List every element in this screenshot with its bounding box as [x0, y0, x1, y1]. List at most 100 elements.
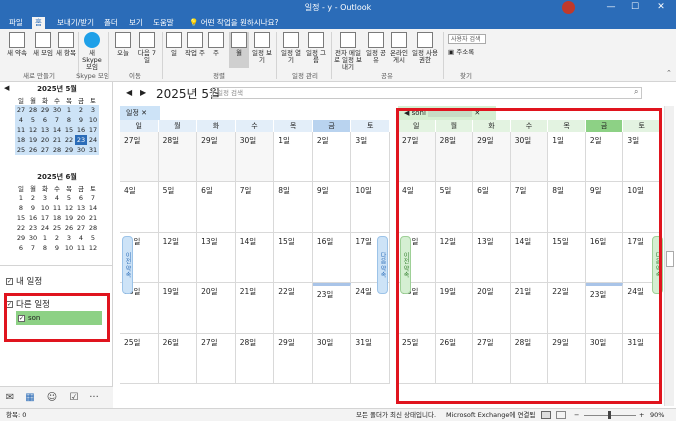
mini-calendar-day[interactable]: 28 — [51, 145, 63, 155]
mini-calendar-day[interactable]: 21 — [87, 213, 99, 223]
tab-send-receive[interactable]: 보내기/받기 — [54, 17, 97, 29]
mini-calendar-day[interactable]: 2 — [75, 105, 87, 115]
mini-calendar-day[interactable]: 1 — [39, 233, 51, 243]
mini-calendar-day[interactable]: 27 — [75, 223, 87, 233]
work-week-view-button[interactable]: 작업 주 — [185, 32, 205, 68]
day-cell[interactable]: 14일 — [235, 232, 275, 284]
next-appointment-button[interactable]: 다음 약속 — [377, 236, 388, 294]
people-icon[interactable]: ☺ — [46, 392, 58, 404]
mini-calendar-day[interactable]: 27 — [15, 105, 27, 115]
mini-calendar-day[interactable]: 9 — [51, 243, 63, 253]
mini-calendar-day[interactable]: 19 — [27, 135, 39, 145]
day-cell[interactable]: 28일 — [158, 132, 198, 183]
day-cell[interactable]: 2일 — [312, 132, 352, 183]
mini-calendar-day[interactable]: 16 — [27, 213, 39, 223]
zoom-slider-thumb[interactable] — [608, 411, 611, 419]
day-cell[interactable]: 6일 — [197, 182, 236, 233]
tab-file[interactable]: 파일 — [6, 17, 26, 29]
day-cell[interactable]: 13일 — [197, 232, 236, 284]
day-cell[interactable]: 23일 — [312, 283, 352, 334]
month-view-button[interactable]: 월 — [229, 32, 249, 68]
tab-home[interactable]: 홈 — [32, 17, 45, 29]
mini-calendar-day[interactable]: 10 — [39, 203, 51, 213]
mini-calendar-day[interactable]: 8 — [39, 243, 51, 253]
mini-calendar-day[interactable]: 12 — [27, 125, 39, 135]
next-7-days-button[interactable]: 다음 7일 — [135, 32, 159, 68]
next-month-icon[interactable]: ▶ — [140, 88, 146, 97]
address-book-button[interactable]: ▣ 주소록 — [448, 46, 474, 56]
mini-calendar-day[interactable]: 10 — [87, 115, 99, 125]
mini-calendar-day[interactable]: 29 — [39, 105, 51, 115]
day-cell[interactable]: 31일 — [351, 333, 390, 384]
mini-calendar-day[interactable]: 3 — [39, 193, 51, 203]
day-cell[interactable]: 29일 — [197, 132, 236, 183]
mini-calendar-prev[interactable]: ◀ — [4, 84, 9, 92]
mini-calendar-day[interactable]: 4 — [15, 115, 27, 125]
mini-calendar-day[interactable]: 26 — [63, 223, 75, 233]
new-appointment-button[interactable]: 새 약속 — [3, 32, 31, 68]
new-items-button[interactable]: 새 항목 — [52, 32, 80, 68]
mini-calendar-day[interactable]: 23 — [27, 223, 39, 233]
mini-calendar-day[interactable]: 15 — [63, 125, 75, 135]
maximize-button[interactable]: ☐ — [624, 0, 646, 15]
mini-calendar-day[interactable]: 22 — [63, 135, 75, 145]
day-cell[interactable]: 19일 — [158, 283, 198, 334]
share-calendar-button[interactable]: 일정 공유 — [365, 32, 387, 68]
day-cell[interactable]: 30일 — [312, 333, 352, 384]
day-cell[interactable]: 16일 — [312, 232, 352, 284]
tasks-icon[interactable]: ☑ — [68, 392, 80, 404]
mini-calendar-day[interactable]: 7 — [87, 193, 99, 203]
day-cell[interactable]: 1일 — [274, 132, 313, 183]
mini-calendar-day[interactable]: 25 — [51, 223, 63, 233]
day-cell[interactable]: 29일 — [274, 333, 313, 384]
day-cell[interactable]: 27일 — [120, 132, 159, 183]
mini-calendar-day[interactable]: 3 — [87, 105, 99, 115]
close-button[interactable]: ✕ — [650, 0, 672, 15]
mini-calendar-day[interactable]: 20 — [39, 135, 51, 145]
mini-calendar-day[interactable]: 11 — [15, 125, 27, 135]
day-cell[interactable]: 9일 — [312, 182, 352, 233]
avatar[interactable] — [562, 1, 575, 14]
day-view-button[interactable]: 일 — [164, 32, 184, 68]
mini-calendar-day[interactable]: 30 — [75, 145, 87, 155]
mini-calendar-day[interactable]: 30 — [51, 105, 63, 115]
mini-calendar-day[interactable]: 19 — [63, 213, 75, 223]
day-cell[interactable]: 26일 — [158, 333, 198, 384]
mini-calendar-day[interactable]: 6 — [39, 115, 51, 125]
mini-calendar-day[interactable]: 17 — [87, 125, 99, 135]
mini-calendar-day[interactable]: 1 — [15, 193, 27, 203]
normal-view-icon[interactable] — [541, 411, 551, 419]
day-cell[interactable]: 25일 — [120, 333, 159, 384]
day-cell[interactable]: 28일 — [235, 333, 275, 384]
day-cell[interactable]: 20일 — [197, 283, 236, 334]
my-calendars-group[interactable]: ✓ 내 일정 — [6, 275, 42, 287]
today-button[interactable]: 오늘 — [111, 32, 135, 68]
scrollbar-thumb[interactable] — [666, 251, 674, 267]
minimize-button[interactable]: — — [600, 0, 622, 15]
mini-calendar-day[interactable]: 13 — [75, 203, 87, 213]
tell-me-search[interactable]: 💡 어떤 작업을 원하시나요? — [186, 17, 281, 29]
more-icon[interactable]: ··· — [88, 392, 100, 404]
day-cell[interactable]: 5일 — [158, 182, 198, 233]
mini-calendar-day[interactable]: 11 — [51, 203, 63, 213]
mini-calendar-day[interactable]: 24 — [39, 223, 51, 233]
tab-view[interactable]: 보기 — [126, 17, 146, 29]
mini-calendar-day[interactable]: 9 — [27, 203, 39, 213]
mini-calendar-day[interactable]: 14 — [87, 203, 99, 213]
tab-folder[interactable]: 폴더 — [101, 17, 121, 29]
mini-calendar-day[interactable]: 13 — [39, 125, 51, 135]
mini-calendar-day[interactable]: 5 — [63, 193, 75, 203]
mini-calendar-day[interactable]: 12 — [87, 243, 99, 253]
email-calendar-button[interactable]: 전자 메일로 일정 보내기 — [333, 32, 363, 71]
mini-calendar-day[interactable]: 31 — [87, 145, 99, 155]
schedule-view-button[interactable]: 일정 보기 — [251, 32, 273, 68]
mini-calendar-day[interactable]: 3 — [63, 233, 75, 243]
mini-calendar-day[interactable]: 2 — [27, 193, 39, 203]
new-skype-meeting-button[interactable]: 새 Skype 모임 — [79, 32, 105, 71]
mini-calendar-day[interactable]: 28 — [87, 223, 99, 233]
mini-calendar-day[interactable]: 14 — [51, 125, 63, 135]
publish-online-button[interactable]: 온라인 게시 — [388, 32, 410, 68]
mini-calendar-day[interactable]: 18 — [51, 213, 63, 223]
calendar-groups-button[interactable]: 일정 그룹 — [304, 32, 328, 68]
day-cell[interactable]: 21일 — [235, 283, 275, 334]
